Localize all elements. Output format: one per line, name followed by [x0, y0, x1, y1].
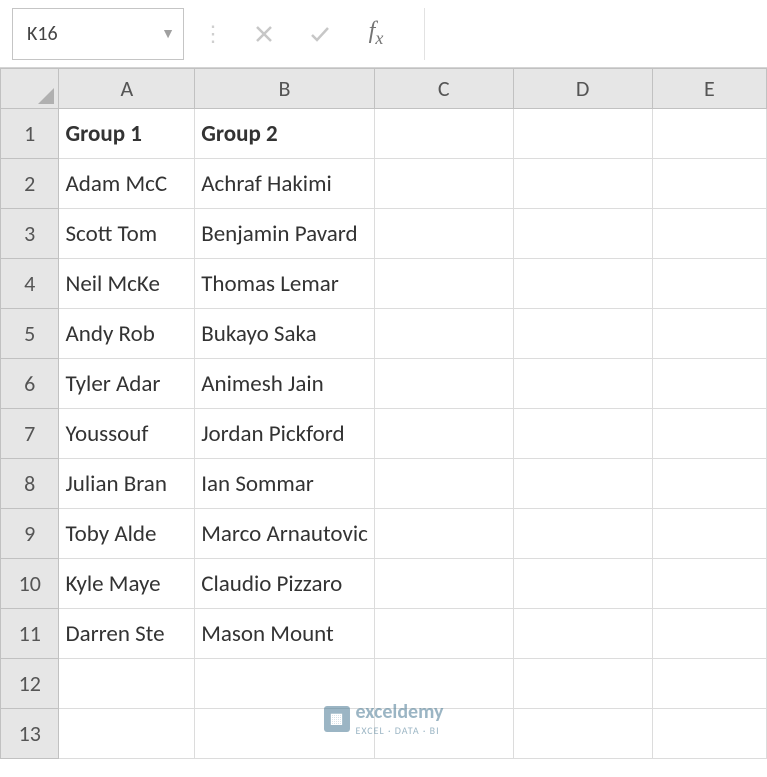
cell-A12[interactable]	[59, 659, 195, 709]
cell-B1[interactable]: Group 2	[195, 109, 375, 159]
cell-D5[interactable]	[513, 309, 652, 359]
cell-C5[interactable]	[374, 309, 513, 359]
row-header-2[interactable]: 2	[1, 159, 59, 209]
cell-A10[interactable]: Kyle Maye	[59, 559, 195, 609]
cell-A3[interactable]: Scott Tom	[59, 209, 195, 259]
row-header-7[interactable]: 7	[1, 409, 59, 459]
cell-E9[interactable]	[652, 509, 766, 559]
cell-C13[interactable]	[374, 709, 513, 759]
row-header-5[interactable]: 5	[1, 309, 59, 359]
cell-B12[interactable]	[195, 659, 375, 709]
cell-D8[interactable]	[513, 459, 652, 509]
row-header-11[interactable]: 11	[1, 609, 59, 659]
row-header-4[interactable]: 4	[1, 259, 59, 309]
column-header-D[interactable]: D	[513, 69, 652, 109]
cell-C2[interactable]	[374, 159, 513, 209]
cell-A4[interactable]: Neil McKe	[59, 259, 195, 309]
cell-C7[interactable]	[374, 409, 513, 459]
cell-C11[interactable]	[374, 609, 513, 659]
cell-D7[interactable]	[513, 409, 652, 459]
column-header-E[interactable]: E	[652, 69, 766, 109]
column-header-A[interactable]: A	[59, 69, 195, 109]
cell-E1[interactable]	[652, 109, 766, 159]
cell-E3[interactable]	[652, 209, 766, 259]
cell-E4[interactable]	[652, 259, 766, 309]
close-icon	[252, 22, 276, 46]
row-header-12[interactable]: 12	[1, 659, 59, 709]
check-icon	[308, 22, 332, 46]
row-header-8[interactable]: 8	[1, 459, 59, 509]
cell-A2[interactable]: Adam McC	[59, 159, 195, 209]
cell-E8[interactable]	[652, 459, 766, 509]
formula-bar: K16 ▼ ⋮ fx	[0, 0, 767, 68]
insert-function-button[interactable]: fx	[348, 8, 404, 60]
cell-D1[interactable]	[513, 109, 652, 159]
cell-A13[interactable]	[59, 709, 195, 759]
cell-A5[interactable]: Andy Rob	[59, 309, 195, 359]
cell-B2[interactable]: Achraf Hakimi	[195, 159, 375, 209]
cell-D10[interactable]	[513, 559, 652, 609]
cell-E11[interactable]	[652, 609, 766, 659]
cancel-button	[236, 8, 292, 60]
name-box-value: K16	[27, 22, 58, 46]
row-header-10[interactable]: 10	[1, 559, 59, 609]
cell-E2[interactable]	[652, 159, 766, 209]
cell-E12[interactable]	[652, 659, 766, 709]
cell-D6[interactable]	[513, 359, 652, 409]
cell-C8[interactable]	[374, 459, 513, 509]
cell-E6[interactable]	[652, 359, 766, 409]
fx-icon: fx	[369, 18, 384, 49]
cell-D3[interactable]	[513, 209, 652, 259]
cell-E5[interactable]	[652, 309, 766, 359]
formula-input[interactable]	[433, 8, 767, 60]
cell-C9[interactable]	[374, 509, 513, 559]
row-header-3[interactable]: 3	[1, 209, 59, 259]
row-header-1[interactable]: 1	[1, 109, 59, 159]
cell-E10[interactable]	[652, 559, 766, 609]
column-header-B[interactable]: B	[195, 69, 375, 109]
cell-B6[interactable]: Animesh Jain	[195, 359, 375, 409]
cell-A9[interactable]: Toby Alde	[59, 509, 195, 559]
cell-D11[interactable]	[513, 609, 652, 659]
cell-C1[interactable]	[374, 109, 513, 159]
cell-C10[interactable]	[374, 559, 513, 609]
cell-D12[interactable]	[513, 659, 652, 709]
cell-C12[interactable]	[374, 659, 513, 709]
name-box[interactable]: K16 ▼	[12, 8, 184, 60]
row-header-6[interactable]: 6	[1, 359, 59, 409]
cell-C6[interactable]	[374, 359, 513, 409]
cell-A1[interactable]: Group 1	[59, 109, 195, 159]
cell-B11[interactable]: Mason Mount	[195, 609, 375, 659]
cell-B8[interactable]: Ian Sommar	[195, 459, 375, 509]
column-header-C[interactable]: C	[374, 69, 513, 109]
cell-B3[interactable]: Benjamin Pavard	[195, 209, 375, 259]
cell-E13[interactable]	[652, 709, 766, 759]
enter-button	[292, 8, 348, 60]
select-all-corner[interactable]	[1, 69, 59, 109]
cell-A7[interactable]: Youssouf	[59, 409, 195, 459]
dots-icon: ⋮	[202, 20, 222, 47]
row-header-9[interactable]: 9	[1, 509, 59, 559]
cell-B4[interactable]: Thomas Lemar	[195, 259, 375, 309]
cell-A8[interactable]: Julian Bran	[59, 459, 195, 509]
cell-D2[interactable]	[513, 159, 652, 209]
cell-B5[interactable]: Bukayo Saka	[195, 309, 375, 359]
cell-B9[interactable]: Marco Arnautovic	[195, 509, 375, 559]
cell-B7[interactable]: Jordan Pickford	[195, 409, 375, 459]
divider	[424, 8, 425, 60]
cell-C3[interactable]	[374, 209, 513, 259]
row-header-13[interactable]: 13	[1, 709, 59, 759]
cell-D4[interactable]	[513, 259, 652, 309]
spreadsheet-grid[interactable]: A B C D E 1 Group 1 Group 2 2 Adam McC A…	[0, 68, 767, 759]
cell-A11[interactable]: Darren Ste	[59, 609, 195, 659]
cell-E7[interactable]	[652, 409, 766, 459]
cell-B13[interactable]	[195, 709, 375, 759]
cell-A6[interactable]: Tyler Adar	[59, 359, 195, 409]
cell-D9[interactable]	[513, 509, 652, 559]
cell-D13[interactable]	[513, 709, 652, 759]
cell-B10[interactable]: Claudio Pizzaro	[195, 559, 375, 609]
chevron-down-icon[interactable]: ▼	[161, 25, 175, 42]
cell-C4[interactable]	[374, 259, 513, 309]
